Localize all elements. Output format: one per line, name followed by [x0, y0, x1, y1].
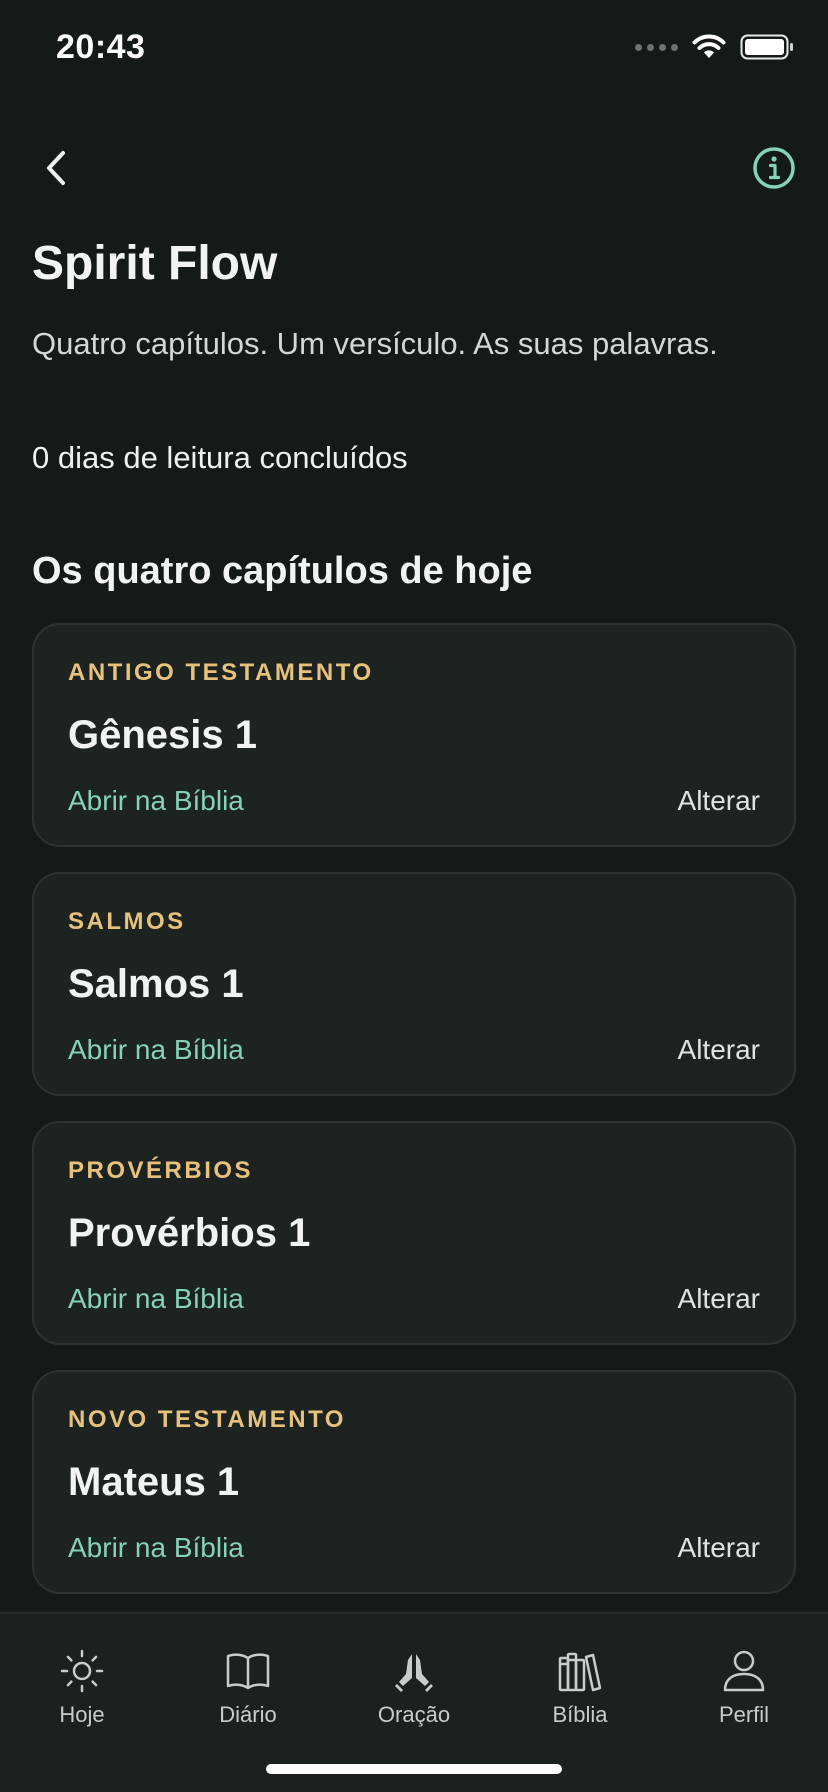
tab-bible[interactable]: Bíblia	[510, 1646, 650, 1728]
screen: 20:43 Spirit Flow Quatro capítulos. Um v…	[0, 0, 828, 1792]
open-book-icon	[226, 1653, 270, 1690]
open-in-bible-link[interactable]: Abrir na Bíblia	[68, 1283, 244, 1315]
cellular-signal-icon	[635, 43, 678, 51]
card-chapter: Mateus 1	[68, 1460, 240, 1504]
tab-label: Bíblia	[552, 1702, 608, 1727]
reading-streak: 0 dias de leitura concluídos	[32, 440, 408, 475]
tab-today[interactable]: Hoje	[12, 1646, 152, 1728]
battery-icon	[740, 34, 793, 60]
person-icon	[723, 1650, 765, 1692]
page-title: Spirit Flow	[32, 237, 278, 290]
tab-journal[interactable]: Diário	[178, 1646, 318, 1728]
chapter-card-new-testament: NOVO TESTAMENTO Mateus 1 Abrir na Bíblia…	[32, 1370, 796, 1594]
chapter-card-old-testament: ANTIGO TESTAMENTO Gênesis 1 Abrir na Bíb…	[32, 623, 796, 847]
tab-label: Diário	[219, 1702, 277, 1727]
tab-label: Oração	[377, 1702, 451, 1727]
change-button[interactable]: Alterar	[678, 1034, 760, 1066]
tab-profile[interactable]: Perfil	[674, 1646, 814, 1728]
open-in-bible-link[interactable]: Abrir na Bíblia	[68, 785, 244, 817]
chapter-card-psalms: SALMOS Salmos 1 Abrir na Bíblia Alterar	[32, 872, 796, 1096]
card-category: SALMOS	[68, 908, 186, 935]
card-category: ANTIGO TESTAMENTO	[68, 659, 374, 686]
section-title: Os quatro capítulos de hoje	[32, 550, 533, 592]
info-button[interactable]	[750, 144, 798, 192]
tab-prayer[interactable]: Oração	[344, 1646, 484, 1728]
card-category: NOVO TESTAMENTO	[68, 1406, 346, 1433]
praying-hands-icon	[395, 1654, 433, 1692]
status-time: 20:43	[56, 28, 146, 66]
change-button[interactable]: Alterar	[678, 1283, 760, 1315]
tab-label: Hoje	[59, 1702, 105, 1727]
open-in-bible-link[interactable]: Abrir na Bíblia	[68, 1532, 244, 1564]
change-button[interactable]: Alterar	[678, 785, 760, 817]
card-chapter: Provérbios 1	[68, 1211, 311, 1255]
card-category: PROVÉRBIOS	[68, 1157, 254, 1184]
tab-label: Perfil	[718, 1702, 770, 1727]
sun-icon	[60, 1649, 104, 1693]
chapter-card-proverbs: PROVÉRBIOS Provérbios 1 Abrir na Bíblia …	[32, 1121, 796, 1345]
books-icon	[558, 1652, 602, 1692]
home-indicator[interactable]	[266, 1764, 562, 1774]
wifi-icon	[692, 34, 726, 58]
change-button[interactable]: Alterar	[678, 1532, 760, 1564]
status-icons	[635, 34, 794, 60]
back-button[interactable]	[36, 142, 76, 194]
page-subtitle: Quatro capítulos. Um versículo. As suas …	[32, 326, 718, 361]
open-in-bible-link[interactable]: Abrir na Bíblia	[68, 1034, 244, 1066]
card-chapter: Salmos 1	[68, 962, 244, 1006]
status-bar: 20:43	[0, 0, 828, 100]
card-chapter: Gênesis 1	[68, 713, 258, 757]
chevron-left-icon	[47, 151, 65, 185]
info-icon	[753, 147, 795, 189]
